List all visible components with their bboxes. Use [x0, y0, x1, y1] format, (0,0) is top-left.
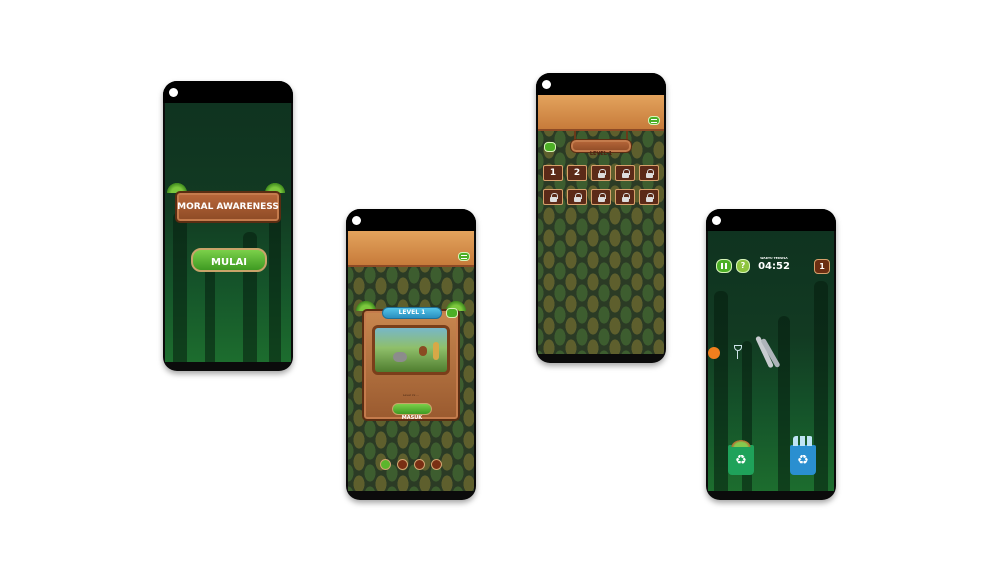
pager-dot-active[interactable]: [380, 459, 391, 470]
gameplay-screen: ? WAKTU TERSISA 04:52 1 ♻ ♻: [708, 231, 834, 491]
level-cell-locked[interactable]: [567, 189, 587, 205]
animal-elephant-icon: [393, 352, 407, 362]
menu-icon[interactable]: [458, 252, 470, 261]
level-photo: [372, 325, 450, 375]
animal-monkey-icon: [419, 346, 427, 356]
phone-gameplay: ? WAKTU TERSISA 04:52 1 ♻ ♻: [706, 209, 836, 500]
status-bar: [163, 81, 293, 103]
enter-button[interactable]: MASUK: [392, 403, 432, 421]
fish-bone-trash-icon[interactable]: [755, 335, 781, 369]
lock-icon: [646, 193, 654, 202]
recycle-icon: ♻: [735, 453, 747, 468]
pager-dot[interactable]: [414, 459, 425, 470]
recycle-icon: ♻: [797, 453, 809, 468]
level-cell-locked[interactable]: [543, 189, 563, 205]
level-banner: LEVEL 1: [382, 307, 442, 319]
bin-organic-content-icon: [730, 439, 752, 447]
start-button[interactable]: MULAI: [191, 248, 267, 272]
bin-bottles-content-icon: [793, 436, 813, 446]
help-icon: ?: [740, 261, 746, 270]
level-select-screen: LEVEL 1 1 2: [538, 95, 664, 354]
level-title-sign: LEVEL 1: [570, 139, 632, 157]
orange-trash-icon[interactable]: [708, 347, 720, 359]
lock-icon: [598, 193, 606, 202]
level-cell-locked[interactable]: [615, 189, 635, 205]
level-cell-locked[interactable]: [591, 165, 611, 181]
lock-icon: [550, 193, 558, 202]
tree-silhouette: [778, 316, 790, 491]
status-bar: [706, 209, 836, 231]
help-button[interactable]: ?: [736, 259, 750, 273]
camera-icon: [712, 216, 721, 225]
next-arrow-icon[interactable]: [446, 308, 458, 318]
pager-dot[interactable]: [397, 459, 408, 470]
menu-icon[interactable]: [648, 116, 660, 125]
back-arrow-icon[interactable]: [544, 142, 556, 152]
status-bar: [536, 73, 666, 95]
level-cell-locked[interactable]: [639, 165, 659, 181]
level-cell-unlocked[interactable]: 1: [543, 165, 563, 181]
pager-dot[interactable]: [431, 459, 442, 470]
inorganic-bin[interactable]: ♻: [790, 436, 816, 475]
status-bar: [346, 209, 476, 231]
game-title: MORAL AWARENESS: [177, 202, 279, 212]
tree-silhouette: [269, 202, 281, 362]
start-button-label: MULAI: [211, 257, 247, 268]
wine-glass-trash-icon[interactable]: [734, 345, 742, 361]
lock-icon: [574, 193, 582, 202]
pause-button[interactable]: [716, 259, 732, 273]
phone-level-select: LEVEL 1 1 2: [536, 73, 666, 363]
timer-value: 04:52: [758, 261, 790, 272]
tree-silhouette: [714, 291, 728, 491]
lock-icon: [622, 169, 630, 178]
top-header: [348, 231, 474, 267]
game-title-sign: MORAL AWARENESS: [175, 191, 281, 223]
title-screen: MORAL AWARENESS MULAI: [165, 103, 291, 362]
level-cell-locked[interactable]: [639, 189, 659, 205]
level-caption: Level ini ...: [402, 393, 420, 397]
camera-icon: [542, 80, 551, 89]
lock-icon: [598, 169, 606, 178]
level-number: 1: [549, 168, 557, 178]
organic-bin[interactable]: ♻: [728, 439, 754, 475]
level-card: Level ini ... MASUK: [362, 309, 460, 421]
score-badge: 1: [814, 259, 830, 274]
camera-icon: [169, 88, 178, 97]
level-banner-label: LEVEL 1: [398, 309, 426, 316]
lock-icon: [622, 193, 630, 202]
lock-icon: [646, 169, 654, 178]
level-preview-screen: Level ini ... MASUK LEVEL 1: [348, 231, 474, 491]
level-title-label: LEVEL 1: [589, 151, 613, 157]
score-value: 1: [819, 262, 825, 271]
camera-icon: [352, 216, 361, 225]
level-cell-unlocked[interactable]: 2: [567, 165, 587, 181]
tree-silhouette: [173, 212, 187, 362]
pause-icon: [721, 263, 723, 269]
timer-label: WAKTU TERSISA: [760, 256, 788, 260]
enter-button-label: MASUK: [401, 415, 423, 421]
level-cell-locked[interactable]: [615, 165, 635, 181]
top-header: [538, 95, 664, 131]
level-cell-locked[interactable]: [591, 189, 611, 205]
tree-silhouette: [814, 281, 828, 491]
level-number: 2: [573, 168, 581, 178]
phone-level-preview: Level ini ... MASUK LEVEL 1: [346, 209, 476, 500]
phone-title-screen: MORAL AWARENESS MULAI: [163, 81, 293, 371]
animal-giraffe-icon: [433, 342, 439, 360]
